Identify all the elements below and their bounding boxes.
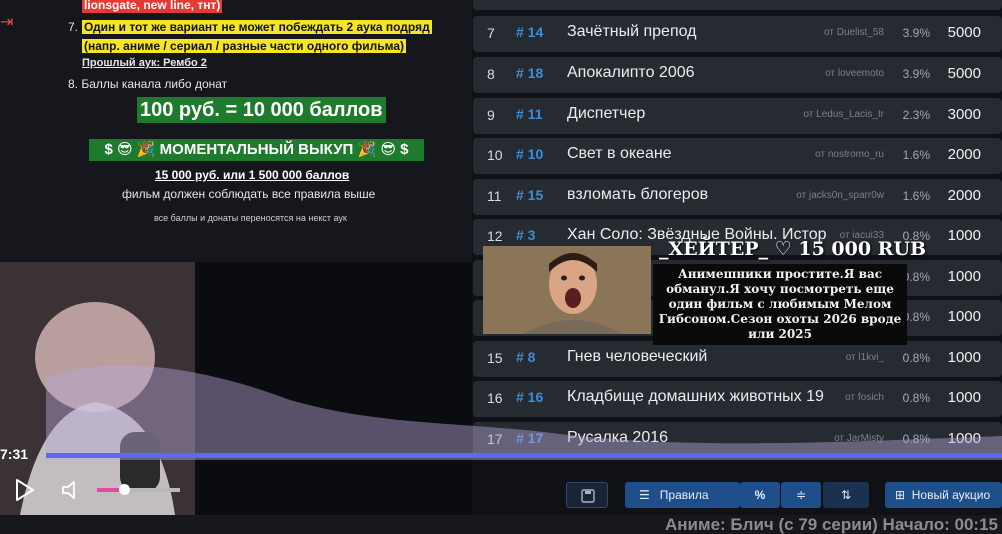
alert-message: Анимешники простите.Я вас обманул.Я хочу… [653, 264, 907, 345]
rules-button[interactable]: ☰ Правила [625, 482, 740, 508]
rule7-text: Один и тот же вариант не может побеждать… [82, 18, 444, 56]
lot-tag: # 11 [516, 106, 543, 122]
rules-button-label: Правила [659, 488, 709, 502]
wave-overlay [46, 365, 1002, 460]
surprised-man-image [483, 246, 651, 334]
lot-tag: # 10 [516, 146, 544, 162]
lot-tag: # 14 [516, 24, 544, 40]
lot-row-partial [473, 0, 1002, 10]
rule7-line2: (напр. аниме / сериал / разные части одн… [82, 39, 407, 53]
lot-percent: 3.9% [902, 26, 930, 40]
lot-amount: 1000 [947, 227, 981, 244]
lot-percent: 3.9% [902, 67, 930, 81]
lot-author: от jacks0n_sparr0w [796, 190, 884, 201]
lot-title: Свет в океане [567, 145, 672, 162]
lot-row[interactable]: 9 # 11 Диспетчер от Ledus_Lacis_Ir 2.3% 3000 [473, 98, 1002, 134]
lot-amount: 5000 [947, 24, 981, 41]
lot-title: Зачётный препод [567, 23, 697, 40]
lot-tag: # 18 [516, 65, 544, 81]
donation-alert: _ХЕЙТЕР_ ♡ 15 000 RUB Анимешники простит… [483, 238, 926, 345]
add-box-icon: ⊞ [895, 488, 906, 502]
instant-buyout-banner: $ 😎 🎉 МОМЕНТАЛЬНЫЙ ВЫКУП 🎉 😎 $ [89, 139, 424, 161]
list-icon: ☰ [639, 488, 650, 502]
lot-amount: 2000 [947, 187, 981, 204]
percent-toggle[interactable]: % [740, 482, 780, 508]
exit-icon[interactable]: ⇥ [0, 14, 16, 32]
lot-row[interactable]: 10 # 10 Свет в океане от nostromo_ru 1.6% 200… [473, 138, 1002, 174]
rule8-text: 8. Баллы канала либо донат [68, 77, 228, 91]
save-icon [581, 489, 595, 503]
lot-number: 11 [487, 188, 502, 204]
new-auction-button[interactable]: ⊞ Новый аукцио [885, 482, 1002, 508]
sort-order-icon[interactable]: ⇅ [823, 482, 869, 508]
lot-number: 7 [487, 25, 495, 41]
previous-auction: Прошлый аук: Рембо 2 [82, 57, 207, 69]
points-price: 100 руб. = 10 000 баллов [137, 97, 386, 123]
lot-row[interactable]: 11 # 15 взломать блогеров от jacks0n_sparr0… [473, 179, 1002, 215]
lot-amount: 1000 [947, 308, 981, 325]
progress-bar[interactable] [46, 453, 1002, 458]
lot-author: от loveemoto [825, 68, 884, 79]
lot-author: от Ledus_Lacis_Ir [803, 109, 884, 120]
lot-amount: 5000 [947, 65, 981, 82]
lot-title: Диспетчер [567, 105, 646, 122]
lot-row[interactable]: 7 # 14 Зачётный препод от Duelist_58 3.9% 500… [473, 16, 1002, 52]
lot-author: от nostromo_ru [815, 149, 884, 160]
playback-time: 7:31 [0, 446, 29, 462]
lot-amount: 3000 [947, 106, 981, 123]
rule7-line1: Один и тот же вариант не может побеждать… [82, 20, 432, 34]
save-button[interactable] [566, 482, 608, 508]
buyout-price: 15 000 руб. или 1 500 000 баллов [155, 168, 350, 182]
lot-author: от Duelist_58 [824, 27, 884, 38]
rules-panel: ⇥ lionsgate, new line, тнт) 7. Один и то… [0, 0, 472, 262]
lot-amount: 1000 [947, 268, 981, 285]
lot-percent: 1.6% [902, 148, 930, 162]
lot-percent: 1.6% [902, 189, 930, 203]
split-sort-icon[interactable]: ≑ [781, 482, 821, 508]
ticker-text: Аниме: Блич (с 79 серии) Начало: 00:15 [665, 515, 998, 534]
lot-title: взломать блогеров [567, 186, 709, 203]
transfer-note: все баллы и донаты переносятся на некст … [154, 213, 347, 223]
rule7-number: 7. [68, 20, 79, 34]
play-icon[interactable] [14, 478, 36, 502]
lot-row[interactable]: 8 # 18 Апокалипто 2006 от loveemoto 3.9% 5000 [473, 57, 1002, 93]
alert-header: _ХЕЙТЕР_ ♡ 15 000 RUB [659, 238, 927, 260]
new-auction-label: Новый аукцио [911, 488, 991, 502]
bottom-ticker: Аниме: Блич (с 79 серии) Начало: 00:15 [0, 515, 1002, 534]
lot-number: 8 [487, 66, 495, 82]
lot-amount: 2000 [947, 146, 981, 163]
volume-knob[interactable] [119, 484, 130, 495]
alert-image [483, 246, 651, 334]
lot-percent: 2.3% [902, 108, 930, 122]
volume-icon[interactable] [60, 478, 84, 502]
lot-tag: # 15 [516, 187, 544, 203]
rule6-tail: lionsgate, new line, тнт) [82, 0, 223, 13]
volume-slider[interactable] [97, 488, 180, 492]
buyout-note: фильм должен соблюдать все правила выше [122, 187, 376, 201]
lot-number: 9 [487, 107, 495, 123]
lot-title: Апокалипто 2006 [567, 64, 695, 81]
lot-number: 10 [487, 147, 503, 163]
